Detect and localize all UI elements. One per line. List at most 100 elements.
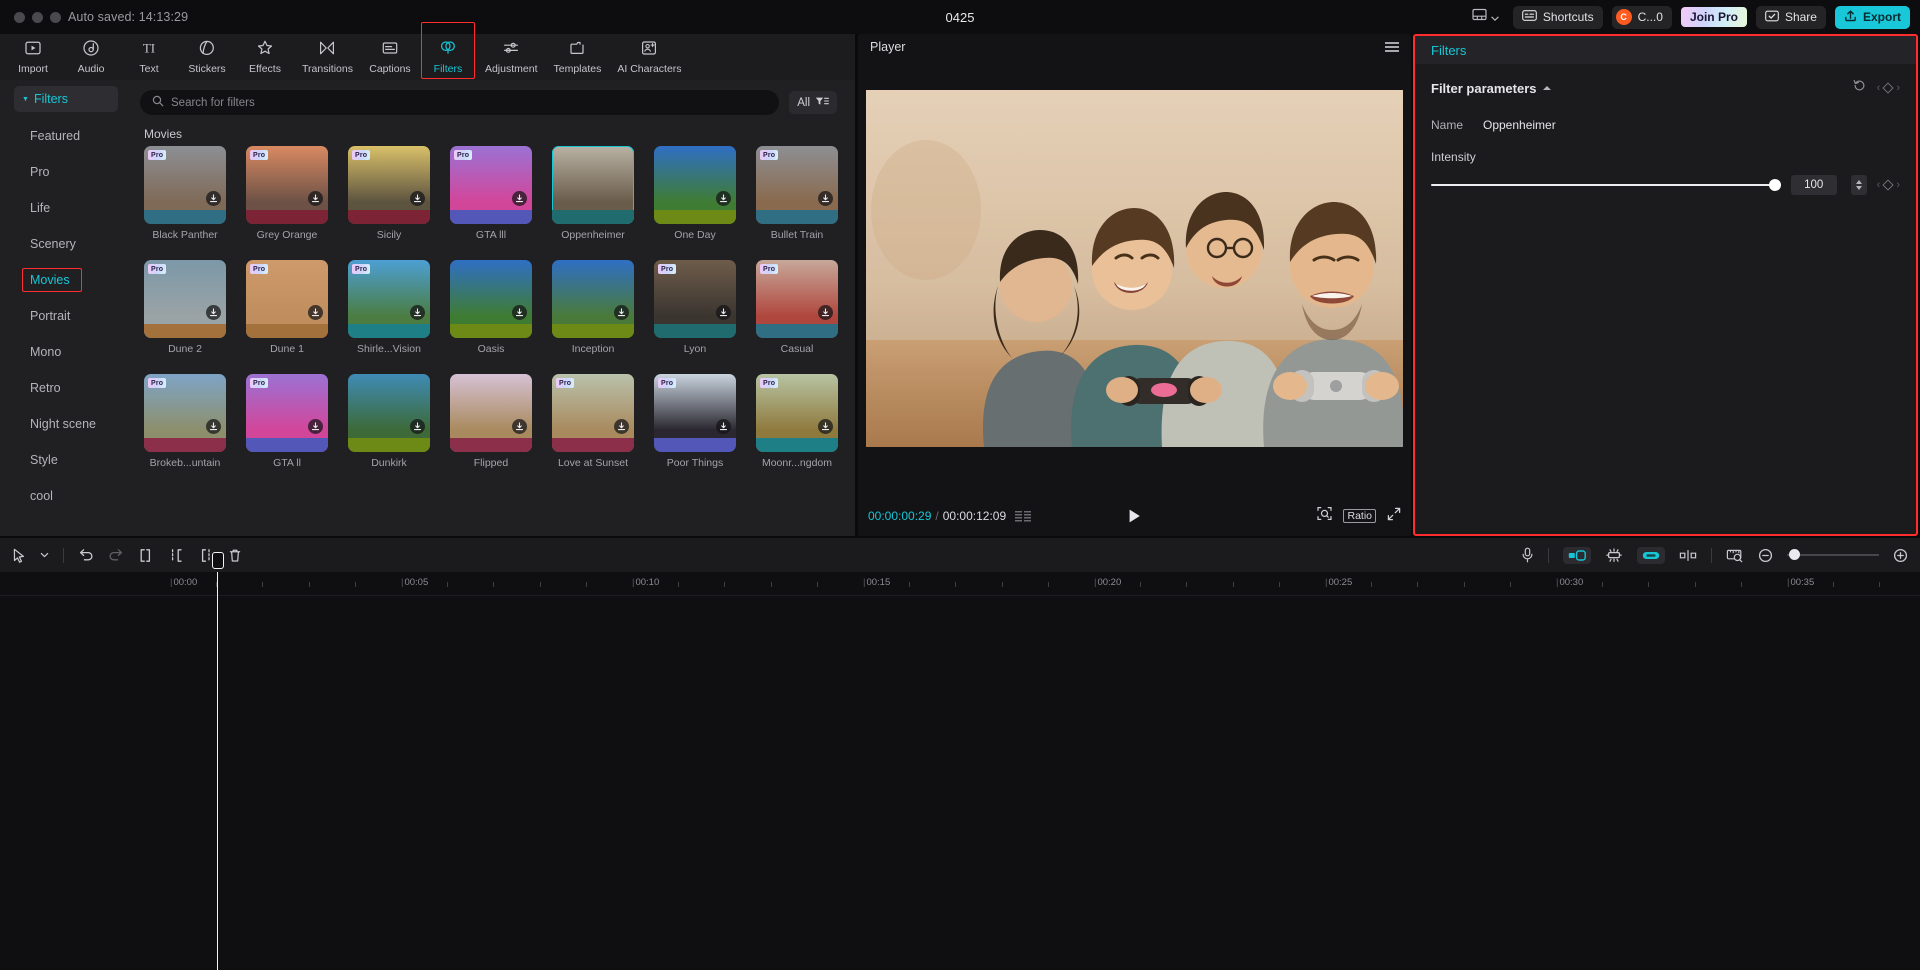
zoom-slider-knob[interactable] xyxy=(1789,549,1800,560)
sidebar-item-style[interactable]: Style xyxy=(0,442,128,478)
tool-filters[interactable]: Filters xyxy=(419,34,477,80)
download-icon[interactable] xyxy=(818,419,833,434)
minimize-icon[interactable] xyxy=(32,12,43,23)
filter-thumbnail[interactable]: Pro xyxy=(246,374,328,452)
filter-thumbnail[interactable]: Pro xyxy=(756,146,838,224)
download-icon[interactable] xyxy=(206,419,221,434)
delete-icon[interactable] xyxy=(228,548,242,563)
filter-card[interactable]: One Day xyxy=(654,146,736,241)
filter-card[interactable]: ProSicily xyxy=(348,146,430,241)
tool-import[interactable]: Import xyxy=(4,34,62,80)
zoom-slider[interactable] xyxy=(1787,549,1879,561)
split-left-icon[interactable] xyxy=(138,548,154,563)
chevron-up-icon[interactable] xyxy=(1543,86,1551,90)
intensity-slider[interactable] xyxy=(1431,178,1781,192)
filter-thumbnail[interactable] xyxy=(450,374,532,452)
tool-templates[interactable]: Templates xyxy=(546,34,610,80)
keyframe-prev-icon[interactable]: ‹ xyxy=(1877,179,1881,191)
download-icon[interactable] xyxy=(716,419,731,434)
undo-icon[interactable] xyxy=(78,548,94,562)
account-button[interactable]: C C...0 xyxy=(1612,6,1672,29)
reset-icon[interactable] xyxy=(1852,78,1867,98)
filter-thumbnail[interactable]: Pro xyxy=(246,260,328,338)
fullscreen-icon[interactable] xyxy=(1387,507,1401,526)
all-filter-button[interactable]: All xyxy=(789,91,837,114)
tool-audio[interactable]: Audio xyxy=(62,34,120,80)
filter-thumbnail[interactable] xyxy=(654,146,736,224)
download-icon[interactable] xyxy=(308,191,323,206)
maximize-icon[interactable] xyxy=(50,12,61,23)
sidebar-item-mono[interactable]: Mono xyxy=(0,334,128,370)
tool-transitions[interactable]: Transitions xyxy=(294,34,361,80)
link-left-icon[interactable] xyxy=(1563,547,1591,564)
sidebar-item-pro[interactable]: Pro xyxy=(0,154,128,190)
layout-button[interactable] xyxy=(1467,8,1504,26)
playhead-handle[interactable] xyxy=(212,552,224,569)
magnet-icon[interactable] xyxy=(1605,548,1623,563)
download-icon[interactable] xyxy=(512,191,527,206)
sidebar-item-featured[interactable]: Featured xyxy=(0,118,128,154)
close-icon[interactable] xyxy=(14,12,25,23)
tool-adjustment[interactable]: Adjustment xyxy=(477,34,546,80)
keyframe-diamond-icon[interactable] xyxy=(1883,82,1894,93)
cursor-icon[interactable] xyxy=(12,548,26,563)
filter-thumbnail[interactable]: Pro xyxy=(144,146,226,224)
sidebar-item-scenery[interactable]: Scenery xyxy=(0,226,128,262)
filter-card[interactable]: Oasis xyxy=(450,260,532,355)
export-button[interactable]: Export xyxy=(1835,6,1910,29)
search-box[interactable] xyxy=(140,90,779,115)
filter-card[interactable]: ProDune 1 xyxy=(246,260,328,355)
keyframe-next-icon[interactable]: › xyxy=(1896,82,1900,94)
filter-thumbnail[interactable]: Pro xyxy=(450,146,532,224)
download-icon[interactable] xyxy=(614,305,629,320)
keyframe-next-icon[interactable]: › xyxy=(1896,179,1900,191)
filter-card[interactable]: Oppenheimer xyxy=(552,146,634,241)
filter-card[interactable]: Inception xyxy=(552,260,634,355)
microphone-icon[interactable] xyxy=(1521,547,1534,563)
download-icon[interactable] xyxy=(308,419,323,434)
filter-thumbnail[interactable]: Pro xyxy=(654,374,736,452)
link-icon[interactable] xyxy=(1637,547,1665,564)
keyframe-diamond-icon[interactable] xyxy=(1883,179,1894,190)
download-icon[interactable] xyxy=(818,305,833,320)
chevron-down-icon[interactable] xyxy=(40,552,49,558)
download-icon[interactable] xyxy=(716,305,731,320)
shortcuts-button[interactable]: Shortcuts xyxy=(1513,6,1603,29)
filter-thumbnail[interactable]: Pro xyxy=(348,260,430,338)
keyframe-prev-icon[interactable]: ‹ xyxy=(1877,82,1881,94)
frames-icon[interactable] xyxy=(1015,511,1031,522)
keyframe-controls[interactable]: ‹ › xyxy=(1877,82,1900,94)
filter-thumbnail[interactable] xyxy=(552,260,634,338)
filter-thumbnail[interactable]: Pro xyxy=(756,374,838,452)
filter-card[interactable]: ProGTA lll xyxy=(450,146,532,241)
intensity-value[interactable]: 100 xyxy=(1791,175,1837,195)
filter-thumbnail[interactable]: Pro xyxy=(756,260,838,338)
filter-card[interactable]: ProMoonr...ngdom xyxy=(756,374,838,469)
filter-card[interactable]: ProGTA ll xyxy=(246,374,328,469)
sidebar-item-portrait[interactable]: Portrait xyxy=(0,298,128,334)
filter-card[interactable]: ProDune 2 xyxy=(144,260,226,355)
hamburger-icon[interactable] xyxy=(1385,42,1399,52)
tool-captions[interactable]: Captions xyxy=(361,34,419,80)
sidebar-root-filters[interactable]: ▼ Filters xyxy=(14,86,118,112)
filter-card[interactable]: ProGrey Orange xyxy=(246,146,328,241)
download-icon[interactable] xyxy=(614,419,629,434)
filter-card[interactable]: ProCasual xyxy=(756,260,838,355)
sidebar-item-movies[interactable]: Movies xyxy=(0,262,128,298)
redo-icon[interactable] xyxy=(108,548,124,562)
filter-thumbnail[interactable]: Pro xyxy=(144,260,226,338)
filter-card[interactable]: ProBullet Train xyxy=(756,146,838,241)
snapshot-icon[interactable] xyxy=(1317,506,1332,526)
download-icon[interactable] xyxy=(410,305,425,320)
filter-thumbnail[interactable] xyxy=(348,374,430,452)
download-icon[interactable] xyxy=(410,191,425,206)
filter-card[interactable]: ProPoor Things xyxy=(654,374,736,469)
slider-knob[interactable] xyxy=(1769,179,1781,191)
filter-card[interactable]: ProBlack Panther xyxy=(144,146,226,241)
download-icon[interactable] xyxy=(512,305,527,320)
sidebar-item-cool[interactable]: cool xyxy=(0,478,128,514)
split-icon[interactable] xyxy=(168,548,184,563)
download-icon[interactable] xyxy=(512,419,527,434)
ratio-button[interactable]: Ratio xyxy=(1343,509,1376,523)
intensity-stepper[interactable] xyxy=(1851,175,1867,195)
